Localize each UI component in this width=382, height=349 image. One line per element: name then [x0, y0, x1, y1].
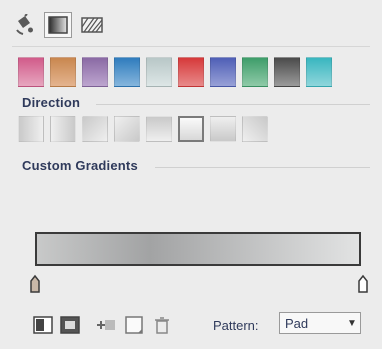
custom-gradients-rule	[155, 167, 370, 168]
new-gradient-button[interactable]	[124, 314, 144, 336]
color-swatch[interactable]	[50, 57, 76, 87]
direction-dir-bottom-right[interactable]	[114, 116, 140, 142]
direction-rule	[96, 104, 370, 105]
gradient-stop-left-icon[interactable]	[29, 274, 41, 294]
radial-gradient-icon	[60, 316, 80, 334]
color-swatch[interactable]	[242, 57, 268, 87]
divider	[12, 46, 370, 47]
pattern-label: Pattern:	[213, 318, 259, 333]
direction-label: Direction	[22, 95, 81, 110]
linear-gradient-button[interactable]	[33, 314, 53, 336]
color-swatch[interactable]	[146, 57, 172, 87]
trash-icon	[155, 317, 169, 334]
add-gradient-button[interactable]	[95, 314, 117, 336]
pattern-fill-button[interactable]	[78, 12, 106, 38]
pattern-value: Pad	[285, 315, 309, 331]
preset-swatches	[18, 57, 332, 87]
new-document-icon	[125, 316, 143, 334]
color-swatch[interactable]	[306, 57, 332, 87]
color-swatch[interactable]	[178, 57, 204, 87]
direction-dir-top[interactable]	[146, 116, 172, 142]
color-swatch[interactable]	[114, 57, 140, 87]
gradient-preview-bar[interactable]	[35, 232, 361, 266]
fill-type-toolbar	[10, 10, 106, 40]
custom-gradients-label: Custom Gradients	[22, 158, 138, 173]
direction-dir-top-right[interactable]	[242, 116, 268, 142]
gradient-icon	[48, 16, 68, 34]
color-swatch[interactable]	[18, 57, 44, 87]
color-swatch[interactable]	[210, 57, 236, 87]
direction-dir-right[interactable]	[50, 116, 76, 142]
direction-presets	[18, 116, 268, 142]
pattern-icon	[81, 17, 103, 33]
add-gradient-icon	[97, 320, 115, 330]
radial-gradient-button[interactable]	[60, 314, 80, 336]
gradient-panel: Direction Custom Gradients Pattern: Pad …	[0, 0, 382, 349]
direction-dir-left[interactable]	[18, 116, 44, 142]
chevron-down-icon: ▼	[347, 317, 357, 329]
paint-bucket-icon	[16, 14, 33, 35]
delete-gradient-button[interactable]	[154, 314, 170, 336]
pattern-select[interactable]: Pad ▼	[279, 312, 361, 334]
linear-gradient-icon	[33, 316, 53, 334]
direction-dir-bottom[interactable]	[210, 116, 236, 142]
direction-dir-radial[interactable]	[178, 116, 204, 142]
paint-bucket-button[interactable]	[10, 12, 38, 38]
gradient-fill-button[interactable]	[44, 12, 72, 38]
color-swatch[interactable]	[82, 57, 108, 87]
gradient-stop-right-icon[interactable]	[357, 274, 369, 294]
direction-dir-top-left[interactable]	[82, 116, 108, 142]
color-swatch[interactable]	[274, 57, 300, 87]
